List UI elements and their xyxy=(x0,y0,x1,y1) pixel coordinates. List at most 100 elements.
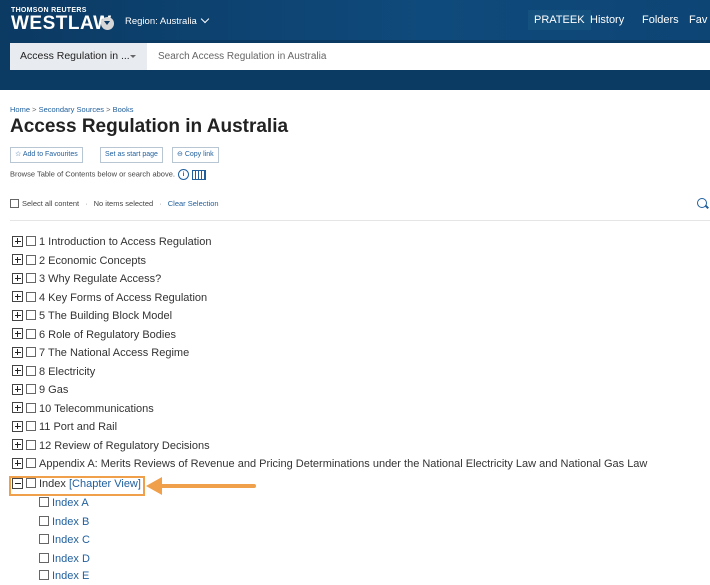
index-checkbox[interactable] xyxy=(39,497,49,508)
toc-checkbox[interactable] xyxy=(26,328,36,339)
toc-label[interactable]: 12 Review of Regulatory Decisions xyxy=(39,440,210,452)
breadcrumb-separator: > xyxy=(30,105,39,114)
select-all-label[interactable]: Select all content xyxy=(22,199,79,208)
toc-checkbox[interactable] xyxy=(26,384,36,395)
toc-checkbox[interactable] xyxy=(26,236,36,247)
toc-label[interactable]: 4 Key Forms of Access Regulation xyxy=(39,292,207,304)
keyboard-icon[interactable] xyxy=(191,169,206,180)
jurisdiction-dropdown[interactable]: Access Regulation in ... xyxy=(10,43,147,70)
breadcrumb: Home > Secondary Sources > Books xyxy=(10,105,133,114)
toc-checkbox[interactable] xyxy=(26,365,36,376)
search-input[interactable] xyxy=(147,43,710,70)
toc-label[interactable]: Appendix A: Merits Reviews of Revenue an… xyxy=(39,458,647,470)
index-item-label[interactable]: Index D xyxy=(52,553,90,565)
toc-label[interactable]: 7 The National Access Regime xyxy=(39,347,189,359)
divider xyxy=(10,220,710,221)
toc-label[interactable]: 5 The Building Block Model xyxy=(39,310,172,322)
toc-checkbox[interactable] xyxy=(26,478,36,489)
expand-icon[interactable] xyxy=(12,383,23,395)
index-checkbox[interactable] xyxy=(39,534,49,545)
region-label: Region: Australia xyxy=(125,16,197,27)
toc-checkbox[interactable] xyxy=(26,347,36,358)
folders-link[interactable]: Folders xyxy=(642,10,679,30)
toc-label[interactable]: 1 Introduction to Access Regulation xyxy=(39,236,211,248)
expand-icon[interactable] xyxy=(12,365,23,377)
toc-label[interactable]: 3 Why Regulate Access? xyxy=(39,273,161,285)
region-selector[interactable]: Region: Australia xyxy=(125,14,210,27)
history-link[interactable]: History xyxy=(590,10,624,30)
toc-checkbox[interactable] xyxy=(26,458,36,469)
toc-checkbox[interactable] xyxy=(26,402,36,413)
expand-icon[interactable] xyxy=(12,309,23,321)
index-item-label[interactable]: Index E xyxy=(52,570,89,582)
toc-row: 5 The Building Block Model xyxy=(12,307,172,325)
selection-bar: Select all content · No items selected · Cle… xyxy=(10,198,219,209)
toc-checkbox[interactable] xyxy=(26,273,36,284)
expand-icon[interactable] xyxy=(12,272,23,284)
items-selected-status: No items selected xyxy=(93,199,154,208)
user-menu[interactable]: PRATEEK xyxy=(528,10,591,30)
breadcrumb-books[interactable]: Books xyxy=(113,105,134,114)
caret-down-icon xyxy=(130,55,136,58)
toc-checkbox[interactable] xyxy=(26,439,36,450)
toc-label[interactable]: 9 Gas xyxy=(39,384,68,396)
info-icon[interactable]: i xyxy=(177,169,189,180)
index-item-label[interactable]: Index A xyxy=(52,497,89,509)
toc-row: 6 Role of Regulatory Bodies xyxy=(12,326,176,344)
toc-checkbox[interactable] xyxy=(26,421,36,432)
toc-row: 12 Review of Regulatory Decisions xyxy=(12,437,210,455)
copy-link-button[interactable]: ⊖ Copy link xyxy=(172,147,219,163)
westlaw-logo[interactable]: WESTLAW xyxy=(11,13,112,35)
toc-label[interactable]: 2 Economic Concepts xyxy=(39,255,146,267)
breadcrumb-secondary-sources[interactable]: Secondary Sources xyxy=(39,105,104,114)
index-subitem: Index A xyxy=(39,494,89,512)
expand-icon[interactable] xyxy=(12,439,23,451)
toc-row: 1 Introduction to Access Regulation xyxy=(12,233,211,251)
set-start-page-button[interactable]: Set as start page xyxy=(100,147,163,163)
browse-instructions: Browse Table of Contents below or search… xyxy=(10,169,206,180)
product-menu-icon[interactable] xyxy=(101,17,114,30)
favourites-link[interactable]: Fav xyxy=(689,10,707,30)
clear-selection-link[interactable]: Clear Selection xyxy=(168,199,219,208)
index-item-label[interactable]: Index C xyxy=(52,534,90,546)
expand-icon[interactable] xyxy=(12,291,23,303)
collapse-icon[interactable] xyxy=(12,477,23,489)
add-to-favourites-label: Add to Favourites xyxy=(22,151,78,158)
jurisdiction-label: Access Regulation in ... xyxy=(20,50,130,62)
index-subitem: Index B xyxy=(39,513,89,531)
index-subitem: Index E xyxy=(39,567,89,585)
expand-icon[interactable] xyxy=(12,346,23,358)
index-item-label[interactable]: Index B xyxy=(52,516,89,528)
index-checkbox[interactable] xyxy=(39,570,49,581)
add-to-favourites-button[interactable]: ☆ Add to Favourites xyxy=(10,147,83,163)
toc-checkbox[interactable] xyxy=(26,310,36,321)
toc-checkbox[interactable] xyxy=(26,291,36,302)
chapter-view-link[interactable]: [Chapter View] xyxy=(69,478,141,490)
index-checkbox[interactable] xyxy=(39,515,49,526)
copy-link-label: Copy link xyxy=(184,151,214,158)
expand-icon[interactable] xyxy=(12,457,23,469)
breadcrumb-home[interactable]: Home xyxy=(10,105,30,114)
select-all-checkbox[interactable] xyxy=(10,198,19,208)
expand-icon[interactable] xyxy=(12,328,23,340)
chevron-down-icon xyxy=(200,14,210,24)
expand-icon[interactable] xyxy=(12,420,23,432)
toc-row: 10 Telecommunications xyxy=(12,400,154,418)
index-checkbox[interactable] xyxy=(39,552,49,563)
expand-icon[interactable] xyxy=(12,235,23,247)
link-icon: ⊖ xyxy=(177,151,183,158)
expand-icon[interactable] xyxy=(12,254,23,266)
toc-row: Appendix A: Merits Reviews of Revenue an… xyxy=(12,455,647,473)
index-subitem: Index C xyxy=(39,531,90,549)
expand-icon[interactable] xyxy=(12,402,23,414)
separator-dot: · xyxy=(159,199,162,208)
index-label[interactable]: Index xyxy=(39,478,66,490)
search-within-icon[interactable] xyxy=(697,198,707,208)
toc-label[interactable]: 11 Port and Rail xyxy=(39,421,117,433)
toc-checkbox[interactable] xyxy=(26,254,36,265)
pointer-arrow-shaft xyxy=(160,484,256,488)
toc-label[interactable]: 6 Role of Regulatory Bodies xyxy=(39,329,176,341)
toc-row: 7 The National Access Regime xyxy=(12,344,189,362)
toc-label[interactable]: 10 Telecommunications xyxy=(39,403,154,415)
toc-label[interactable]: 8 Electricity xyxy=(39,366,95,378)
